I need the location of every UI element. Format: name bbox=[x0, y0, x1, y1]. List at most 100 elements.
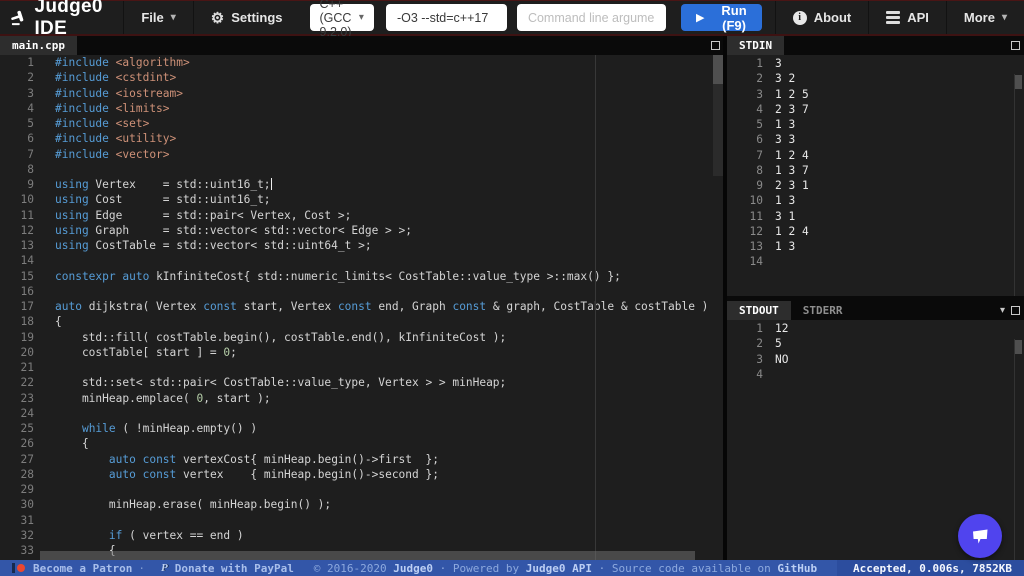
code-line: 7#include <vector> bbox=[0, 147, 724, 162]
statusbar: Become a Patron · P Donate with PayPal ©… bbox=[0, 560, 1024, 576]
statusbar-text: · Powered by bbox=[433, 562, 526, 575]
statusbar-link[interactable]: Judge0 API bbox=[526, 562, 592, 575]
api-button[interactable]: API bbox=[868, 1, 946, 34]
tab-stderr-label: STDERR bbox=[803, 304, 843, 317]
code-line: 26 { bbox=[0, 436, 724, 451]
api-stack-icon bbox=[886, 11, 900, 24]
file-menu[interactable]: File ▾ bbox=[123, 1, 192, 34]
code-line: 31 bbox=[0, 513, 724, 528]
stdout-lines: 112253NO4 bbox=[727, 321, 1024, 382]
editor-vscrollbar-thumb[interactable] bbox=[713, 55, 723, 84]
io-line: 3NO bbox=[727, 352, 1024, 367]
donate-paypal-link[interactable]: Donate with PayPal bbox=[175, 562, 294, 575]
text-cursor bbox=[271, 178, 273, 190]
statusbar-credits: © 2016-2020 Judge0 · Powered by Judge0 A… bbox=[294, 562, 837, 575]
code-line: 18{ bbox=[0, 314, 724, 329]
stdin-maximize-icon[interactable] bbox=[1011, 41, 1020, 50]
io-line: 14 bbox=[727, 254, 1024, 269]
settings-button[interactable]: ⚙ Settings bbox=[193, 1, 300, 34]
stdout-scrollbar[interactable] bbox=[1014, 339, 1022, 560]
chat-bubble-icon bbox=[968, 524, 992, 548]
run-button[interactable]: ▶ Run (F9) bbox=[681, 4, 762, 31]
gavel-logo-icon bbox=[10, 7, 25, 29]
chat-widget-button[interactable] bbox=[958, 514, 1002, 558]
tab-stderr[interactable]: STDERR bbox=[791, 301, 855, 320]
navbar: Judge0 IDE File ▾ ⚙ Settings C++ (GCC 9.… bbox=[0, 0, 1024, 36]
code-line: 1#include <algorithm> bbox=[0, 55, 724, 70]
gear-icon: ⚙ bbox=[211, 9, 224, 27]
code-line: 12using Graph = std::vector< std::vector… bbox=[0, 223, 724, 238]
brand[interactable]: Judge0 IDE bbox=[0, 1, 123, 34]
code-line: 8 bbox=[0, 162, 724, 177]
io-line: 81 3 7 bbox=[727, 163, 1024, 178]
app-title: Judge0 IDE bbox=[34, 0, 109, 40]
io-line: 23 2 bbox=[727, 71, 1024, 86]
code-line: 29 bbox=[0, 482, 724, 497]
code-editor[interactable]: 1#include <algorithm>2#include <cstdint>… bbox=[0, 55, 724, 560]
editor-maximize-icon[interactable] bbox=[711, 41, 720, 50]
code-line: 13using CostTable = std::vector< std::ui… bbox=[0, 238, 724, 253]
code-line: 2#include <cstdint> bbox=[0, 70, 724, 85]
code-line: 9using Vertex = std::uint16_t; bbox=[0, 177, 724, 192]
code-line: 25 while ( !minHeap.empty() ) bbox=[0, 421, 724, 436]
io-line: 71 2 4 bbox=[727, 148, 1024, 163]
result-status-badge: Accepted, 0.006s, 7852KB bbox=[837, 560, 1024, 576]
code-line: 23 minHeap.emplace( 0, start ); bbox=[0, 391, 724, 406]
stdout-maximize-icon[interactable] bbox=[1011, 306, 1020, 315]
cmdline-arguments-input[interactable] bbox=[517, 4, 666, 31]
statusbar-link[interactable]: GitHub bbox=[777, 562, 817, 575]
stdin-panel: STDIN 1323 231 2 542 3 751 363 371 2 481… bbox=[727, 36, 1024, 296]
io-column: STDIN 1323 231 2 542 3 751 363 371 2 481… bbox=[727, 36, 1024, 560]
stdout-tabstrip: STDOUT STDERR ▾ bbox=[727, 301, 1024, 320]
run-button-label: Run (F9) bbox=[721, 3, 746, 33]
language-select-value: C++ (GCC 9.2.0) bbox=[320, 0, 359, 39]
tab-main-cpp-label: main.cpp bbox=[12, 39, 65, 52]
code-line: 20 costTable[ start ] = 0; bbox=[0, 345, 724, 360]
stdin-scrollbar[interactable] bbox=[1014, 74, 1022, 296]
tab-main-cpp[interactable]: main.cpp bbox=[0, 36, 77, 55]
io-line: 25 bbox=[727, 336, 1024, 351]
stdin-tabstrip: STDIN bbox=[727, 36, 1024, 55]
tab-stdin[interactable]: STDIN bbox=[727, 36, 784, 55]
io-line: 92 3 1 bbox=[727, 178, 1024, 193]
api-label: API bbox=[907, 10, 929, 25]
about-button[interactable]: i About bbox=[775, 1, 869, 34]
code-line: 28 auto const vertex { minHeap.begin()->… bbox=[0, 467, 724, 482]
code-line: 22 std::set< std::pair< CostTable::value… bbox=[0, 375, 724, 390]
code-line: 5#include <set> bbox=[0, 116, 724, 131]
editor-vscrollbar[interactable] bbox=[713, 55, 723, 176]
code-line: 19 std::fill( costTable.begin(), costTab… bbox=[0, 330, 724, 345]
stdout-scrollbar-thumb[interactable] bbox=[1015, 340, 1022, 354]
code-line: 30 minHeap.erase( minHeap.begin() ); bbox=[0, 497, 724, 512]
more-menu-label: More bbox=[964, 10, 995, 25]
become-patron-link[interactable]: Become a Patron bbox=[33, 562, 132, 575]
io-line: 13 bbox=[727, 56, 1024, 71]
chevron-down-icon: ▾ bbox=[171, 12, 176, 23]
compiler-options-input[interactable] bbox=[386, 4, 507, 31]
settings-label: Settings bbox=[231, 10, 282, 25]
code-line: 6#include <utility> bbox=[0, 131, 724, 146]
io-line: 42 3 7 bbox=[727, 102, 1024, 117]
stdin-lines: 1323 231 2 542 3 751 363 371 2 481 3 792… bbox=[727, 56, 1024, 270]
code-line: 16 bbox=[0, 284, 724, 299]
tab-stdout[interactable]: STDOUT bbox=[727, 301, 791, 320]
about-label: About bbox=[814, 10, 852, 25]
patreon-icon bbox=[12, 563, 25, 573]
chevron-down-icon: ▾ bbox=[1002, 12, 1007, 23]
code-line: 10using Cost = std::uint16_t; bbox=[0, 192, 724, 207]
separator-dot: · bbox=[138, 562, 145, 575]
code-line: 4#include <limits> bbox=[0, 101, 724, 116]
tab-stdout-label: STDOUT bbox=[739, 304, 779, 317]
io-line: 112 bbox=[727, 321, 1024, 336]
code-line: 3#include <iostream> bbox=[0, 86, 724, 101]
editor-hscrollbar-thumb[interactable] bbox=[40, 551, 695, 560]
stdin-scrollbar-thumb[interactable] bbox=[1015, 75, 1022, 89]
stdout-dropdown-icon[interactable]: ▾ bbox=[1000, 305, 1005, 316]
io-line: 121 2 4 bbox=[727, 224, 1024, 239]
statusbar-link[interactable]: Judge0 bbox=[393, 562, 433, 575]
io-line: 113 1 bbox=[727, 209, 1024, 224]
more-menu[interactable]: More ▾ bbox=[946, 1, 1024, 34]
stdin-editor[interactable]: 1323 231 2 542 3 751 363 371 2 481 3 792… bbox=[727, 55, 1024, 296]
language-select[interactable]: C++ (GCC 9.2.0) ▾ bbox=[310, 4, 374, 31]
statusbar-text: © 2016-2020 bbox=[314, 562, 393, 575]
